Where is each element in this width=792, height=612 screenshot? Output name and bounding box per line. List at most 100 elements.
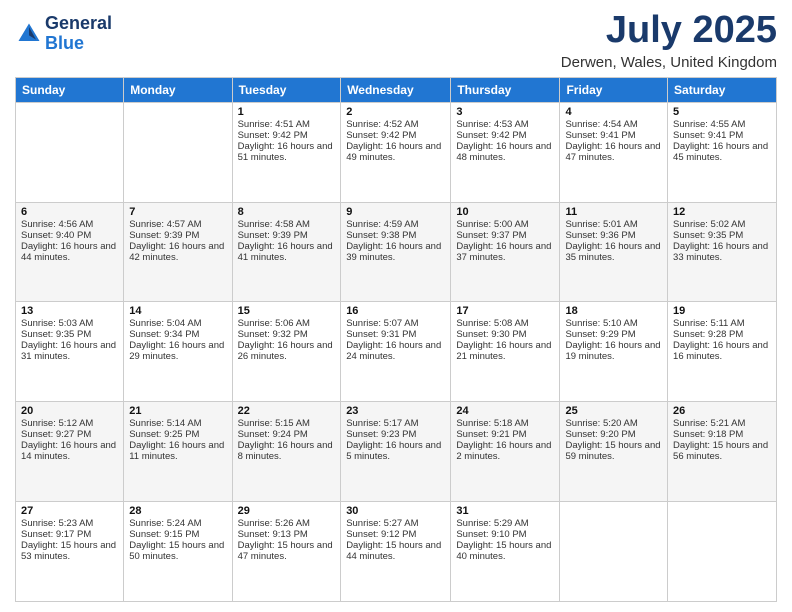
day-number: 20 <box>21 405 118 417</box>
logo-text-general: General <box>45 14 112 34</box>
daylight-text: Daylight: 16 hours and 37 minutes. <box>456 241 554 263</box>
calendar-cell: 26Sunrise: 5:21 AMSunset: 9:18 PMDayligh… <box>668 402 777 502</box>
sunrise-text: Sunrise: 5:26 AM <box>238 518 336 529</box>
calendar-cell: 10Sunrise: 5:00 AMSunset: 9:37 PMDayligh… <box>451 202 560 302</box>
daylight-text: Daylight: 16 hours and 16 minutes. <box>673 340 771 362</box>
calendar-header-row: SundayMondayTuesdayWednesdayThursdayFrid… <box>16 77 777 102</box>
calendar-cell: 13Sunrise: 5:03 AMSunset: 9:35 PMDayligh… <box>16 302 124 402</box>
day-number: 9 <box>346 206 445 218</box>
daylight-text: Daylight: 16 hours and 31 minutes. <box>21 340 118 362</box>
daylight-text: Daylight: 15 hours and 44 minutes. <box>346 540 445 562</box>
calendar-cell: 30Sunrise: 5:27 AMSunset: 9:12 PMDayligh… <box>341 502 451 602</box>
sunset-text: Sunset: 9:37 PM <box>456 230 554 241</box>
sunrise-text: Sunrise: 4:57 AM <box>129 219 226 230</box>
sunset-text: Sunset: 9:32 PM <box>238 329 336 340</box>
daylight-text: Daylight: 16 hours and 51 minutes. <box>238 141 336 163</box>
sunrise-text: Sunrise: 4:51 AM <box>238 119 336 130</box>
calendar-cell <box>16 102 124 202</box>
sunrise-text: Sunrise: 5:10 AM <box>565 318 662 329</box>
col-header-monday: Monday <box>124 77 232 102</box>
logo: General Blue <box>15 14 112 54</box>
sunrise-text: Sunrise: 5:06 AM <box>238 318 336 329</box>
daylight-text: Daylight: 16 hours and 45 minutes. <box>673 141 771 163</box>
sunrise-text: Sunrise: 5:21 AM <box>673 418 771 429</box>
calendar-cell: 14Sunrise: 5:04 AMSunset: 9:34 PMDayligh… <box>124 302 232 402</box>
title-block: July 2025 Derwen, Wales, United Kingdom <box>561 10 777 71</box>
logo-text-blue: Blue <box>45 34 112 54</box>
calendar-cell: 23Sunrise: 5:17 AMSunset: 9:23 PMDayligh… <box>341 402 451 502</box>
sunrise-text: Sunrise: 5:04 AM <box>129 318 226 329</box>
day-number: 24 <box>456 405 554 417</box>
sunrise-text: Sunrise: 4:54 AM <box>565 119 662 130</box>
sunrise-text: Sunrise: 5:17 AM <box>346 418 445 429</box>
sunrise-text: Sunrise: 5:00 AM <box>456 219 554 230</box>
day-number: 29 <box>238 505 336 517</box>
day-number: 16 <box>346 305 445 317</box>
calendar-cell: 6Sunrise: 4:56 AMSunset: 9:40 PMDaylight… <box>16 202 124 302</box>
daylight-text: Daylight: 16 hours and 21 minutes. <box>456 340 554 362</box>
daylight-text: Daylight: 15 hours and 40 minutes. <box>456 540 554 562</box>
calendar-cell: 7Sunrise: 4:57 AMSunset: 9:39 PMDaylight… <box>124 202 232 302</box>
day-number: 5 <box>673 106 771 118</box>
calendar-cell: 28Sunrise: 5:24 AMSunset: 9:15 PMDayligh… <box>124 502 232 602</box>
day-number: 30 <box>346 505 445 517</box>
logo-icon <box>15 20 43 48</box>
col-header-friday: Friday <box>560 77 668 102</box>
calendar-cell: 19Sunrise: 5:11 AMSunset: 9:28 PMDayligh… <box>668 302 777 402</box>
day-number: 10 <box>456 206 554 218</box>
sunset-text: Sunset: 9:41 PM <box>565 130 662 141</box>
daylight-text: Daylight: 15 hours and 56 minutes. <box>673 440 771 462</box>
calendar-cell: 25Sunrise: 5:20 AMSunset: 9:20 PMDayligh… <box>560 402 668 502</box>
sunset-text: Sunset: 9:39 PM <box>238 230 336 241</box>
calendar-cell: 8Sunrise: 4:58 AMSunset: 9:39 PMDaylight… <box>232 202 341 302</box>
sunset-text: Sunset: 9:40 PM <box>21 230 118 241</box>
day-number: 27 <box>21 505 118 517</box>
sunrise-text: Sunrise: 5:24 AM <box>129 518 226 529</box>
day-number: 22 <box>238 405 336 417</box>
sunrise-text: Sunrise: 4:55 AM <box>673 119 771 130</box>
sunrise-text: Sunrise: 4:58 AM <box>238 219 336 230</box>
sunset-text: Sunset: 9:18 PM <box>673 429 771 440</box>
daylight-text: Daylight: 15 hours and 47 minutes. <box>238 540 336 562</box>
calendar-cell: 9Sunrise: 4:59 AMSunset: 9:38 PMDaylight… <box>341 202 451 302</box>
calendar-cell: 12Sunrise: 5:02 AMSunset: 9:35 PMDayligh… <box>668 202 777 302</box>
sunrise-text: Sunrise: 5:03 AM <box>21 318 118 329</box>
sunrise-text: Sunrise: 4:56 AM <box>21 219 118 230</box>
sunset-text: Sunset: 9:35 PM <box>21 329 118 340</box>
daylight-text: Daylight: 16 hours and 47 minutes. <box>565 141 662 163</box>
sunrise-text: Sunrise: 5:02 AM <box>673 219 771 230</box>
daylight-text: Daylight: 16 hours and 35 minutes. <box>565 241 662 263</box>
calendar-cell: 20Sunrise: 5:12 AMSunset: 9:27 PMDayligh… <box>16 402 124 502</box>
calendar-week-row: 27Sunrise: 5:23 AMSunset: 9:17 PMDayligh… <box>16 502 777 602</box>
sunset-text: Sunset: 9:25 PM <box>129 429 226 440</box>
day-number: 7 <box>129 206 226 218</box>
daylight-text: Daylight: 16 hours and 11 minutes. <box>129 440 226 462</box>
location: Derwen, Wales, United Kingdom <box>561 54 777 71</box>
sunset-text: Sunset: 9:12 PM <box>346 529 445 540</box>
daylight-text: Daylight: 16 hours and 33 minutes. <box>673 241 771 263</box>
col-header-saturday: Saturday <box>668 77 777 102</box>
sunset-text: Sunset: 9:31 PM <box>346 329 445 340</box>
sunrise-text: Sunrise: 5:11 AM <box>673 318 771 329</box>
calendar-cell: 27Sunrise: 5:23 AMSunset: 9:17 PMDayligh… <box>16 502 124 602</box>
daylight-text: Daylight: 16 hours and 49 minutes. <box>346 141 445 163</box>
sunrise-text: Sunrise: 4:59 AM <box>346 219 445 230</box>
header: General Blue July 2025 Derwen, Wales, Un… <box>15 10 777 71</box>
calendar-cell: 1Sunrise: 4:51 AMSunset: 9:42 PMDaylight… <box>232 102 341 202</box>
daylight-text: Daylight: 16 hours and 8 minutes. <box>238 440 336 462</box>
sunrise-text: Sunrise: 5:08 AM <box>456 318 554 329</box>
calendar-week-row: 20Sunrise: 5:12 AMSunset: 9:27 PMDayligh… <box>16 402 777 502</box>
day-number: 2 <box>346 106 445 118</box>
calendar-cell: 21Sunrise: 5:14 AMSunset: 9:25 PMDayligh… <box>124 402 232 502</box>
daylight-text: Daylight: 16 hours and 39 minutes. <box>346 241 445 263</box>
sunset-text: Sunset: 9:38 PM <box>346 230 445 241</box>
sunset-text: Sunset: 9:21 PM <box>456 429 554 440</box>
calendar-cell: 4Sunrise: 4:54 AMSunset: 9:41 PMDaylight… <box>560 102 668 202</box>
sunset-text: Sunset: 9:24 PM <box>238 429 336 440</box>
sunrise-text: Sunrise: 5:14 AM <box>129 418 226 429</box>
calendar-cell: 16Sunrise: 5:07 AMSunset: 9:31 PMDayligh… <box>341 302 451 402</box>
calendar-table: SundayMondayTuesdayWednesdayThursdayFrid… <box>15 77 777 602</box>
sunset-text: Sunset: 9:30 PM <box>456 329 554 340</box>
day-number: 17 <box>456 305 554 317</box>
day-number: 6 <box>21 206 118 218</box>
